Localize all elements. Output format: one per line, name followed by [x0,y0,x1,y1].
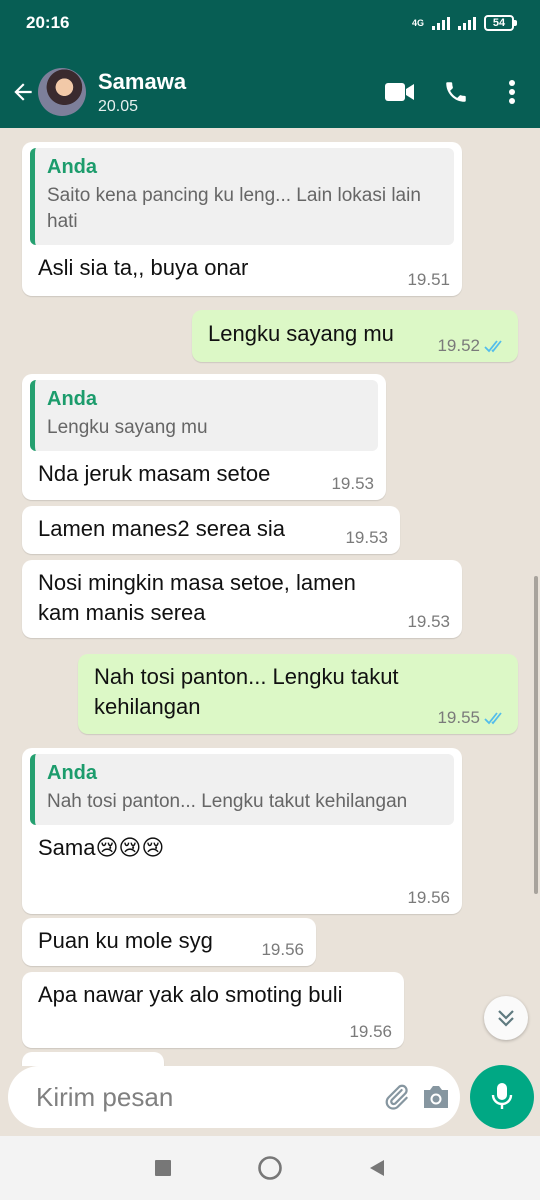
quoted-message[interactable]: Anda Nah tosi panton... Lengku takut keh… [30,754,454,825]
video-call-button[interactable] [372,64,428,120]
double-check-icon [484,712,502,725]
chat-header: Samawa 20.05 [0,56,540,128]
triangle-back-icon [369,1160,384,1176]
phone-icon [446,82,466,102]
message-text: Lamen manes2 serea sia [38,516,286,541]
message-meta: 19.53 [331,474,374,494]
quoted-text: Saito kena pancing ku leng... Lain lokas… [47,185,421,232]
battery-level: 54 [492,17,506,29]
message-composer [8,1066,460,1128]
message-text: Asli sia ta,, buya onar [38,255,249,280]
contact-name: Samawa [98,68,187,94]
circle-icon [258,1156,282,1180]
status-bar: 20:16 4G 54 [0,0,540,56]
quoted-text: Nah tosi panton... Lengku takut kehilang… [47,791,408,812]
voice-record-button[interactable] [470,1065,534,1129]
message-input[interactable] [36,1081,371,1113]
message-bubble-incoming[interactable]: Anda Saito kena pancing ku leng... Lain … [22,142,462,296]
quoted-author: Anda [47,156,97,178]
message-time: 19.53 [345,528,388,547]
back-nav-button[interactable] [357,1148,397,1188]
message-text: Sama😢😢😢 [38,835,165,860]
message-text: Nda jeruk masam setoe [38,461,271,486]
paperclip-icon [385,1084,408,1110]
message-meta: 19.55 [437,708,506,728]
recents-button[interactable] [143,1148,183,1188]
home-button[interactable] [250,1148,290,1188]
message-bubble-incoming[interactable]: Lamen manes2 serea sia 19.53 [22,506,400,554]
message-bubble-outgoing[interactable]: Nah tosi panton... Lengku takut kehilang… [78,654,518,734]
message-time: 19.52 [437,336,480,355]
camera-icon [424,1086,448,1108]
message-bubble-incoming[interactable]: Puan ku mole syg 19.56 [22,918,316,966]
video-camera-icon [385,83,414,101]
message-time: 19.55 [437,708,480,727]
camera-button[interactable] [421,1077,451,1117]
arrow-left-icon [14,83,32,101]
status-icons: 4G 54 [411,15,517,31]
message-bubble-incoming[interactable] [22,1052,164,1066]
battery-icon: 54 [484,15,517,31]
message-time: 19.56 [349,1022,392,1041]
signal-icon [432,16,450,30]
message-time: 19.56 [261,940,304,959]
message-meta: 19.51 [407,270,450,290]
status-time: 20:16 [26,13,70,32]
message-text: Apa nawar yak alo smoting buli [38,982,343,1007]
message-bubble-incoming[interactable]: Anda Nah tosi panton... Lengku takut keh… [22,748,462,914]
quoted-message[interactable]: Anda Saito kena pancing ku leng... Lain … [30,148,454,245]
message-bubble-incoming[interactable]: Anda Lengku sayang mu Nda jeruk masam se… [22,374,386,500]
message-time: 19.56 [407,888,450,907]
message-time: 19.53 [331,474,374,493]
message-time: 19.51 [407,270,450,289]
dots-vertical-icon [509,80,515,104]
avatar[interactable] [38,68,86,116]
message-meta: 19.56 [349,1022,392,1042]
message-meta: 19.56 [407,888,450,908]
signal-icon-2 [458,16,476,30]
scrollbar[interactable] [534,576,538,894]
voice-call-button[interactable] [428,64,484,120]
message-meta: 19.52 [437,336,506,356]
quoted-author: Anda [47,388,97,410]
message-time: 19.53 [407,612,450,631]
menu-button[interactable] [484,64,540,120]
double-check-icon [484,340,502,353]
scroll-to-bottom-button[interactable] [484,996,528,1040]
contact-last-seen: 20.05 [98,97,139,115]
system-navigation-bar [0,1136,540,1200]
quoted-author: Anda [47,762,97,784]
quoted-text: Lengku sayang mu [47,417,208,438]
square-icon [155,1160,172,1176]
contact-info[interactable]: Samawa 20.05 [98,69,372,116]
message-meta: 19.53 [407,612,450,632]
microphone-icon [491,1083,513,1109]
message-bubble-incoming[interactable]: Apa nawar yak alo smoting buli 19.56 [22,972,404,1048]
network-type: 4G [411,17,424,28]
attach-button[interactable] [381,1077,411,1117]
message-meta: 19.53 [345,528,388,548]
message-text: Nosi mingkin masa setoe, lamen kam manis… [38,570,356,625]
quoted-message[interactable]: Anda Lengku sayang mu [30,380,378,451]
message-bubble-incoming[interactable]: Nosi mingkin masa setoe, lamen kam manis… [22,560,462,638]
back-button[interactable] [8,72,38,112]
message-bubble-outgoing[interactable]: Lengku sayang mu 19.52 [192,310,518,362]
double-chevron-down-icon [498,1010,514,1027]
message-meta: 19.56 [261,940,304,960]
message-list[interactable]: Anda Saito kena pancing ku leng... Lain … [0,128,540,1066]
